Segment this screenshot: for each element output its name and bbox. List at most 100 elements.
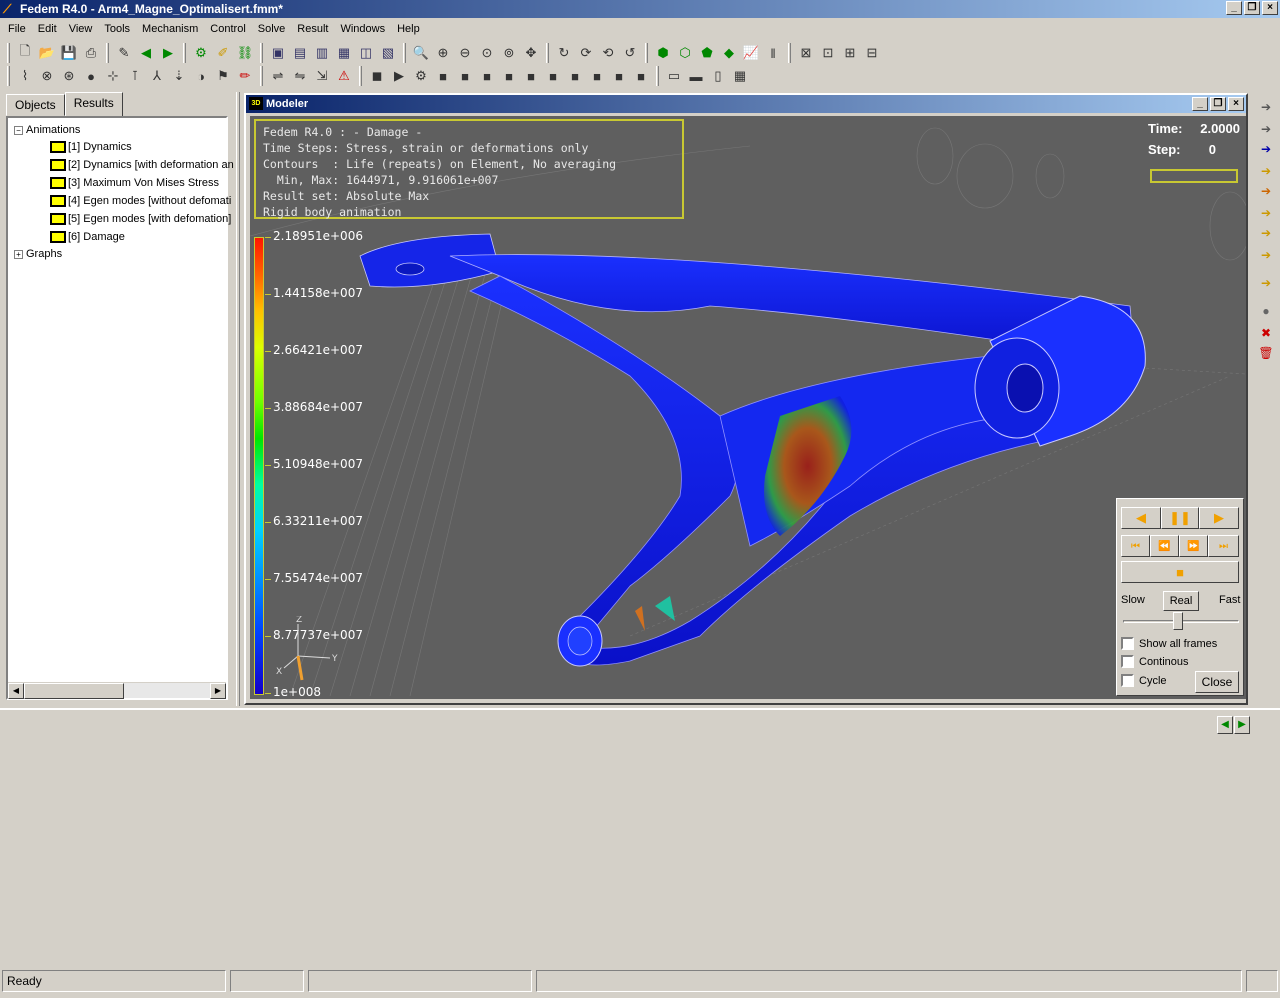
layout-3-icon[interactable]: ▯	[708, 66, 728, 86]
open-folder-icon[interactable]: 📂	[37, 43, 57, 63]
cycle-checkbox[interactable]	[1121, 674, 1134, 687]
menu-result[interactable]: Result	[291, 20, 334, 40]
wireframe-view-icon[interactable]: ⬡	[675, 43, 695, 63]
menu-windows[interactable]: Windows	[334, 20, 391, 40]
solid-view-icon[interactable]: ⬢	[653, 43, 673, 63]
menu-control[interactable]: Control	[204, 20, 251, 40]
object-9-icon[interactable]: ■	[609, 66, 629, 86]
rotate-icon[interactable]: ↻	[554, 43, 574, 63]
first-frame-button[interactable]: ⏮	[1121, 535, 1150, 557]
arrow-right-yellow-icon[interactable]: ➔	[1256, 162, 1276, 180]
menu-view[interactable]: View	[63, 20, 99, 40]
prismatic-joint-icon[interactable]: ⊺	[125, 66, 145, 86]
menu-mechanism[interactable]: Mechanism	[136, 20, 204, 40]
view-iso-icon[interactable]: ⊠	[796, 43, 816, 63]
marker-icon[interactable]: ⚑	[213, 66, 233, 86]
edge-view-icon[interactable]: ◆	[719, 43, 739, 63]
arrow-right-yellow-4-icon[interactable]: ➔	[1256, 246, 1276, 264]
arrow-right-yellow-2-icon[interactable]: ➔	[1256, 204, 1276, 222]
tree-node-graphs[interactable]: + Graphs	[14, 246, 62, 262]
print-icon[interactable]: ⎙	[81, 43, 101, 63]
eraser-icon[interactable]: ✎	[114, 43, 134, 63]
attach-icon[interactable]: ⇌	[268, 66, 288, 86]
tab-results[interactable]: Results	[64, 92, 123, 116]
nav-left-icon[interactable]: ◀	[1217, 716, 1233, 734]
properties-icon[interactable]: ▥	[312, 43, 332, 63]
modeler-window-icon[interactable]: ▣	[268, 43, 288, 63]
step-forward-button[interactable]: ⏩	[1179, 535, 1208, 557]
view-xz-icon[interactable]: ⊞	[840, 43, 860, 63]
settings-icon[interactable]: ⚙	[411, 66, 431, 86]
object-4-icon[interactable]: ■	[499, 66, 519, 86]
modeler-close-button[interactable]: ×	[1228, 97, 1244, 111]
ball-joint-icon[interactable]: ●	[81, 66, 101, 86]
edit-part-icon[interactable]: ✐	[213, 43, 233, 63]
stop-icon[interactable]: ◼	[367, 66, 387, 86]
back-arrow-icon[interactable]: ◀	[136, 43, 156, 63]
modeler-restore-button[interactable]: ❐	[1210, 97, 1226, 111]
tree-item-max-von-mises[interactable]: [3] Maximum Von Mises Stress	[50, 175, 219, 191]
arrow-right-yellow-3-icon[interactable]: ➔	[1256, 224, 1276, 242]
collapse-icon[interactable]: −	[14, 125, 23, 135]
panel-splitter[interactable]	[236, 92, 240, 706]
grid-icon[interactable]: ▦	[730, 66, 750, 86]
zoom-all-icon[interactable]: ⊙	[477, 43, 497, 63]
object-3-icon[interactable]: ■	[477, 66, 497, 86]
play-reverse-button[interactable]: ◀	[1121, 507, 1161, 529]
orbit-icon[interactable]: ⟲	[598, 43, 618, 63]
continous-checkbox[interactable]	[1121, 655, 1134, 668]
menu-tools[interactable]: Tools	[98, 20, 136, 40]
arrow-right-blue-icon[interactable]: ➔	[1256, 140, 1276, 158]
object-2-icon[interactable]: ■	[455, 66, 475, 86]
add-part-icon[interactable]: ⚙	[191, 43, 211, 63]
close-button[interactable]: ×	[1262, 1, 1278, 15]
zoom-fit-icon[interactable]: ⊚	[499, 43, 519, 63]
zoom-window-icon[interactable]: 🔍	[411, 43, 431, 63]
shaded-view-icon[interactable]: ⬟	[697, 43, 717, 63]
zoom-out-icon[interactable]: ⊖	[455, 43, 475, 63]
layout-1-icon[interactable]: ▭	[664, 66, 684, 86]
object-10-icon[interactable]: ■	[631, 66, 651, 86]
view-yz-icon[interactable]: ⊟	[862, 43, 882, 63]
forward-arrow-icon[interactable]: ▶	[158, 43, 178, 63]
move-to-point-icon[interactable]: ➔	[1256, 274, 1276, 292]
pan-icon[interactable]: ✥	[521, 43, 541, 63]
triad-icon[interactable]: ⅄	[147, 66, 167, 86]
cascade-icon[interactable]: ◫	[356, 43, 376, 63]
warning-icon[interactable]: ⚠	[334, 66, 354, 86]
results-icon[interactable]: ▦	[334, 43, 354, 63]
spin-icon[interactable]: ⟳	[576, 43, 596, 63]
zoom-in-icon[interactable]: ⊕	[433, 43, 453, 63]
scroll-thumb[interactable]	[24, 683, 124, 699]
minimize-button[interactable]: _	[1226, 1, 1242, 15]
tree-item-egen-modes-without[interactable]: [4] Egen modes [without defomati	[50, 193, 231, 209]
layout-2-icon[interactable]: ▬	[686, 66, 706, 86]
nav-right-icon[interactable]: ▶	[1234, 716, 1250, 734]
graph-plot-icon[interactable]: 📈	[741, 43, 761, 63]
tree-horizontal-scrollbar[interactable]: ◀ ▶	[8, 682, 226, 699]
tree-item-dynamics[interactable]: [1] Dynamics	[50, 139, 132, 155]
modeler-minimize-button[interactable]: _	[1192, 97, 1208, 111]
damper-icon[interactable]: ◑	[191, 66, 211, 86]
delete-all-icon[interactable]: 🗑	[1256, 344, 1276, 362]
move-icon[interactable]: ⇲	[312, 66, 332, 86]
menu-help[interactable]: Help	[391, 20, 426, 40]
scroll-left-icon[interactable]: ◀	[8, 683, 24, 699]
delete-object-icon[interactable]: ✖	[1256, 324, 1276, 342]
object-1-icon[interactable]: ■	[433, 66, 453, 86]
show-all-frames-checkbox[interactable]	[1121, 637, 1134, 650]
free-joint-icon[interactable]: ⊹	[103, 66, 123, 86]
last-frame-button[interactable]: ⏭	[1208, 535, 1239, 557]
close-animation-button[interactable]: Close	[1195, 671, 1239, 693]
menu-solve[interactable]: Solve	[252, 20, 292, 40]
menu-edit[interactable]: Edit	[32, 20, 63, 40]
arrow-right-gray-2-icon[interactable]: ➔	[1256, 120, 1276, 138]
save-icon[interactable]: 💾	[59, 43, 79, 63]
joint-icon[interactable]: ⊗	[37, 66, 57, 86]
tab-objects[interactable]: Objects	[6, 94, 65, 116]
link-icon[interactable]: ⛓	[235, 43, 255, 63]
menu-file[interactable]: File	[2, 20, 32, 40]
object-5-icon[interactable]: ■	[521, 66, 541, 86]
expand-icon[interactable]: +	[14, 249, 23, 259]
play-icon[interactable]: ▶	[389, 66, 409, 86]
